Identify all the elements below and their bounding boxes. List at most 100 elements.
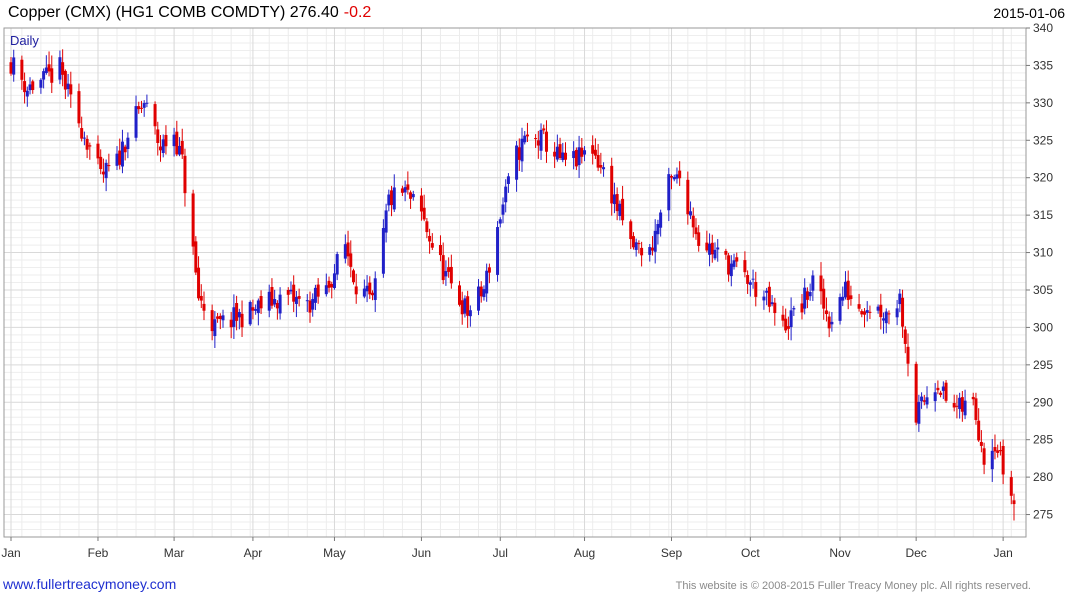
candle-body bbox=[621, 198, 625, 221]
candle-body bbox=[694, 227, 698, 235]
candle-body bbox=[232, 307, 236, 327]
y-tick-label: 330 bbox=[1033, 96, 1053, 110]
candle-body bbox=[305, 300, 309, 302]
candle-body bbox=[838, 297, 842, 321]
candle-body bbox=[504, 186, 508, 203]
candle-body bbox=[789, 310, 793, 328]
y-tick-label: 285 bbox=[1033, 433, 1053, 447]
candle-body bbox=[137, 106, 141, 110]
candle-body bbox=[47, 64, 51, 72]
candle-body bbox=[542, 128, 546, 131]
candle-body bbox=[634, 242, 638, 250]
candle-body bbox=[390, 190, 394, 206]
candle-body bbox=[496, 227, 500, 275]
candle-body bbox=[593, 149, 597, 156]
candle-body bbox=[735, 257, 739, 262]
candle-body bbox=[463, 298, 467, 314]
candle-body bbox=[784, 318, 788, 331]
y-tick-label: 300 bbox=[1033, 320, 1053, 334]
candle-body bbox=[944, 382, 948, 401]
website-link[interactable]: www.fullertreacymoney.com bbox=[3, 576, 176, 592]
candle-body bbox=[487, 267, 491, 273]
candle-body bbox=[971, 396, 975, 400]
candle-body bbox=[805, 291, 809, 300]
candle-body bbox=[977, 420, 981, 441]
candle-body bbox=[61, 62, 65, 75]
candle-body bbox=[506, 176, 510, 184]
candle-body bbox=[85, 138, 89, 150]
candle-body bbox=[689, 211, 693, 216]
candle-body bbox=[800, 303, 804, 313]
candle-body bbox=[118, 150, 122, 165]
candle-body bbox=[422, 207, 426, 220]
candle-body bbox=[517, 147, 521, 160]
y-tick-label: 315 bbox=[1033, 208, 1053, 222]
candle-body bbox=[384, 210, 388, 233]
candle-body bbox=[553, 151, 557, 157]
candle-body bbox=[686, 179, 690, 215]
candle-body bbox=[286, 289, 290, 295]
candle-body bbox=[58, 57, 62, 80]
candle-body bbox=[297, 296, 301, 299]
candle-body bbox=[1009, 477, 1013, 496]
candle-body bbox=[786, 326, 790, 329]
x-tick-label: Jun bbox=[412, 546, 431, 560]
y-tick-label: 335 bbox=[1033, 58, 1053, 72]
candle-body bbox=[939, 392, 943, 395]
candle-body bbox=[275, 302, 279, 309]
candle-body bbox=[963, 400, 967, 416]
candle-body bbox=[936, 387, 940, 391]
candle-body bbox=[659, 212, 663, 228]
candle-body bbox=[273, 299, 277, 305]
candle-body bbox=[175, 131, 179, 155]
candle-body bbox=[602, 167, 606, 170]
candle-body bbox=[387, 194, 391, 206]
candle-body bbox=[879, 304, 883, 318]
candle-body bbox=[259, 296, 263, 309]
candle-body bbox=[555, 146, 559, 160]
candle-body bbox=[294, 296, 298, 304]
candle-body bbox=[868, 311, 872, 313]
candle-body bbox=[678, 170, 682, 179]
candle-body bbox=[477, 286, 481, 311]
candle-body bbox=[126, 137, 130, 150]
candle-body bbox=[104, 162, 108, 179]
candle-body bbox=[773, 302, 777, 314]
x-axis: Jan Feb Mar Apr May Jun Jul Aug Sep Oct Nov Dec Jan bbox=[1, 537, 1013, 560]
candle-body bbox=[754, 281, 758, 297]
candle-body bbox=[82, 137, 86, 139]
candle-body bbox=[824, 310, 828, 315]
candle-body bbox=[811, 275, 815, 291]
y-tick-label: 325 bbox=[1033, 133, 1053, 147]
candle-body bbox=[1012, 500, 1016, 505]
candle-body bbox=[28, 84, 32, 91]
candle-body bbox=[101, 171, 105, 175]
x-tick-label: Apr bbox=[244, 546, 263, 560]
candle-body bbox=[653, 230, 657, 252]
candle-body bbox=[724, 250, 728, 255]
candle-body bbox=[716, 247, 720, 250]
candle-body bbox=[637, 243, 641, 245]
candle-body bbox=[615, 194, 619, 212]
candle-body bbox=[145, 102, 149, 104]
candle-body bbox=[400, 188, 404, 193]
y-tick-label: 275 bbox=[1033, 508, 1053, 522]
x-tick-label: Feb bbox=[88, 546, 109, 560]
candle-body bbox=[368, 282, 372, 295]
candle-body bbox=[903, 329, 907, 344]
candle-body bbox=[158, 146, 162, 151]
candle-body bbox=[819, 275, 823, 292]
candle-body bbox=[515, 145, 519, 180]
candle-body bbox=[941, 386, 945, 391]
candle-body bbox=[727, 255, 731, 275]
candle-body bbox=[346, 242, 350, 257]
candle-body bbox=[960, 397, 964, 412]
candle-body bbox=[765, 290, 769, 293]
candle-body bbox=[781, 314, 785, 321]
candle-body bbox=[710, 242, 714, 255]
candle-body bbox=[974, 398, 978, 420]
candle-body bbox=[574, 149, 578, 167]
candle-body bbox=[732, 260, 736, 267]
candle-body bbox=[998, 450, 1002, 452]
candle-body bbox=[251, 307, 255, 311]
